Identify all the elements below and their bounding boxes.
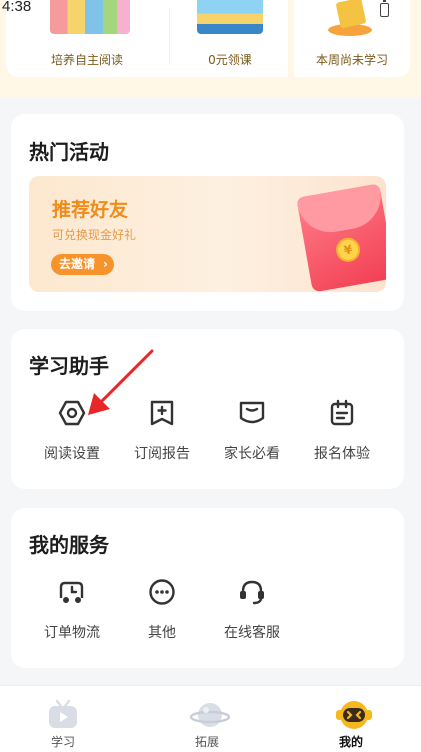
banner-title: 推荐好友 <box>52 199 129 221</box>
status-bar-time: 4:38 <box>2 0 32 15</box>
battery-icon <box>380 0 389 17</box>
my-services-card: 我的服务 订单物流 其他 在线客服 <box>11 508 404 668</box>
top-feature-cards: 培养自主阅读 0元领课 本周尚未学习 <box>6 0 410 77</box>
delivery-truck-icon <box>58 578 86 606</box>
mascot-face-icon <box>334 698 372 732</box>
other-item[interactable]: 其他 <box>117 578 207 648</box>
my-services-title: 我的服务 <box>29 533 109 557</box>
invite-button-label: 去邀请 <box>59 257 96 271</box>
reading-settings-label: 阅读设置 <box>44 446 100 462</box>
nav-item-study[interactable]: 学习 <box>18 686 108 752</box>
nav-item-expand[interactable]: 拓展 <box>162 686 252 752</box>
more-dots-icon <box>148 578 176 606</box>
subscription-report-label: 订阅报告 <box>134 446 190 462</box>
hot-activity-title: 热门活动 <box>29 140 109 164</box>
signup-trial-item[interactable]: 报名体验 <box>297 399 387 469</box>
free-course-image[interactable] <box>197 0 263 34</box>
planet-icon <box>190 698 230 732</box>
other-label: 其他 <box>148 625 176 641</box>
hot-activity-card: 热门活动 推荐好友 可兑换现金好礼 去邀请 › ¥ <box>11 114 404 311</box>
online-support-item[interactable]: 在线客服 <box>207 578 297 648</box>
annotation-arrow-icon <box>88 349 154 415</box>
trophy-icon[interactable] <box>326 0 376 36</box>
nav-item-mine[interactable]: 我的 <box>306 686 396 752</box>
bottom-navigation: 学习 拓展 我的 <box>0 685 421 752</box>
tv-play-icon <box>46 698 80 732</box>
top-card-free-course-label[interactable]: 0元领课 <box>163 51 297 68</box>
red-envelope-icon: ¥ <box>296 183 386 292</box>
nav-label-mine: 我的 <box>338 735 363 749</box>
refer-friend-banner[interactable]: 推荐好友 可兑换现金好礼 去邀请 › ¥ <box>29 176 386 292</box>
hexagon-settings-icon <box>58 399 86 427</box>
chevron-right-icon: › <box>103 257 108 271</box>
order-logistics-label: 订单物流 <box>44 625 100 641</box>
parents-must-read-label: 家长必看 <box>224 446 280 462</box>
study-assistant-card: 学习助手 阅读设置 订阅报告 家长必看 报名体验 <box>11 329 404 489</box>
parents-must-read-item[interactable]: 家长必看 <box>207 399 297 469</box>
top-card-weekly-status-label[interactable]: 本周尚未学习 <box>294 51 410 68</box>
banner-subtitle: 可兑换现金好礼 <box>52 228 137 242</box>
coin-icon: ¥ <box>334 235 362 264</box>
top-card-reading-label[interactable]: 培养自主阅读 <box>20 51 154 68</box>
signup-trial-label: 报名体验 <box>314 446 370 462</box>
online-support-label: 在线客服 <box>224 625 280 641</box>
nav-label-expand: 拓展 <box>194 735 219 749</box>
clipboard-icon <box>328 399 356 427</box>
picture-books-image[interactable] <box>50 0 130 34</box>
nav-label-study: 学习 <box>50 735 75 749</box>
invite-button[interactable]: 去邀请 › <box>51 254 114 275</box>
headset-icon <box>238 578 266 606</box>
order-logistics-item[interactable]: 订单物流 <box>27 578 117 648</box>
book-shield-icon <box>238 399 266 427</box>
